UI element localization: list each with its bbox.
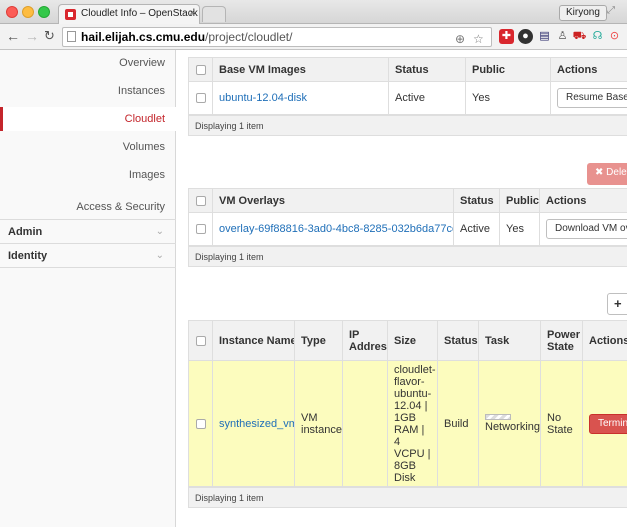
minimize-window-button[interactable] <box>22 6 34 18</box>
table-row: overlay-69f88816-3ad0-4bc8-8285-032b6da7… <box>188 212 627 246</box>
status-cell: Active <box>388 81 466 115</box>
reload-icon[interactable]: ↻ <box>44 28 55 44</box>
url-host: hail.elijah.cs.cmu.edu <box>81 30 206 44</box>
table-row: synthesized_vm VM instance cloudlet-flav… <box>188 360 627 487</box>
select-all-checkbox[interactable] <box>188 188 213 213</box>
tab-title: Cloudlet Info – OpenStack <box>81 8 198 19</box>
column-header[interactable]: Power State <box>540 320 583 361</box>
extension-monitor-icon[interactable]: ▤ <box>537 29 552 44</box>
row-checkbox[interactable] <box>188 360 213 487</box>
extension-car-icon[interactable]: ⛟ <box>572 29 587 44</box>
public-cell: Yes <box>499 212 540 246</box>
instances-table: Instance Name Type IP Address Size Statu… <box>188 320 627 487</box>
instance-link[interactable]: synthesized_vm <box>219 418 294 430</box>
zoom-icon[interactable]: ⊕ <box>455 30 465 46</box>
column-header[interactable]: Status <box>388 57 466 82</box>
status-cell: Build <box>437 360 479 487</box>
size-cell: cloudlet-flavor-ubuntu-12.04 | 1GB RAM |… <box>387 360 438 487</box>
chevron-down-icon: ⌄ <box>155 226 164 237</box>
sidebar-item-overview[interactable]: Overview <box>0 51 176 75</box>
column-header[interactable]: Task <box>478 320 541 361</box>
overlay-link[interactable]: overlay-69f88816-3ad0-4bc8-8285-032b6da7… <box>219 223 453 235</box>
add-instance-button[interactable]: + <box>607 293 627 315</box>
ip-cell <box>342 360 388 487</box>
close-window-button[interactable] <box>6 6 18 18</box>
column-header[interactable]: VM Overlays <box>212 188 454 213</box>
sidebar-divider <box>0 267 176 268</box>
browser-tab-bar: Cloudlet Info – OpenStack × Kiryong ⤢ <box>0 0 627 24</box>
base-image-link[interactable]: ubuntu-12.04-disk <box>219 92 307 104</box>
extension-camera-icon[interactable]: ● <box>518 29 533 44</box>
openstack-favicon-icon <box>65 9 76 20</box>
progress-spinner-icon <box>485 414 511 420</box>
sidebar-panel-identity[interactable]: Identity ⌄ <box>0 244 176 268</box>
star-icon[interactable]: ☆ <box>473 30 484 46</box>
status-cell: Active <box>453 212 500 246</box>
extension-person-icon[interactable]: ♙ <box>555 29 570 44</box>
table-footer: Displaying 1 item <box>188 246 627 267</box>
resume-base-button[interactable]: Resume Base <box>557 88 627 108</box>
column-header: Actions <box>550 57 627 82</box>
sidebar-panel-label: Identity <box>8 250 48 262</box>
sidebar-panel-label: Admin <box>8 226 43 238</box>
column-header[interactable]: Public <box>465 57 551 82</box>
address-bar[interactable]: hail.elijah.cs.cmu.edu/project/cloudlet/… <box>62 27 492 47</box>
sidebar-panel-admin[interactable]: Admin ⌄ <box>0 220 176 244</box>
sidebar: Overview Instances Cloudlet Volumes Imag… <box>0 50 176 527</box>
sidebar-item-images[interactable]: Images <box>0 163 176 187</box>
back-arrow-icon[interactable]: ← <box>6 28 20 44</box>
extension-red-icon[interactable]: ✚ <box>499 29 514 44</box>
type-cell: VM instance <box>294 360 343 487</box>
column-header[interactable]: Public <box>499 188 540 213</box>
table-footer: Displaying 1 item <box>188 115 627 136</box>
public-cell: Yes <box>465 81 551 115</box>
extension-headphones-icon[interactable]: ☊ <box>590 29 605 44</box>
vm-overlays-table: VM Overlays Status Public Actions overla… <box>188 188 627 246</box>
column-header[interactable]: Base VM Images <box>212 57 389 82</box>
column-header[interactable]: Instance Name <box>212 320 295 361</box>
power-state-cell: No State <box>540 360 583 487</box>
base-vm-images-table: Base VM Images Status Public Actions ubu… <box>188 57 627 115</box>
fullscreen-icon[interactable]: ⤢ <box>607 5 615 16</box>
sidebar-item-cloudlet[interactable]: Cloudlet <box>0 107 176 131</box>
select-all-checkbox[interactable] <box>188 320 213 361</box>
column-header: Actions <box>582 320 627 361</box>
page-icon <box>67 31 76 42</box>
table-row: ubuntu-12.04-disk Active Yes Resume Base <box>188 81 627 115</box>
browser-tab[interactable]: Cloudlet Info – OpenStack × <box>58 4 200 24</box>
row-checkbox[interactable] <box>188 81 213 115</box>
select-all-checkbox[interactable] <box>188 57 213 82</box>
column-header[interactable]: Status <box>437 320 479 361</box>
new-tab-button[interactable] <box>202 6 226 22</box>
table-footer: Displaying 1 item <box>188 487 627 508</box>
task-cell: Networking <box>478 360 541 487</box>
sidebar-item-access-security[interactable]: Access & Security <box>0 195 176 219</box>
url-path: /project/cloudlet/ <box>205 30 293 44</box>
tab-close-icon[interactable]: × <box>189 5 195 23</box>
column-header: Actions <box>539 188 627 213</box>
download-overlay-button[interactable]: Download VM overlay <box>546 219 627 239</box>
task-label: Networking <box>485 421 541 433</box>
sidebar-item-volumes[interactable]: Volumes <box>0 135 176 159</box>
column-header[interactable]: IP Address <box>342 320 388 361</box>
forward-arrow-icon[interactable]: → <box>25 28 39 44</box>
browser-toolbar: ← → ↻ hail.elijah.cs.cmu.edu/project/clo… <box>0 24 627 50</box>
terminate-button[interactable]: Terminate <box>589 413 627 434</box>
profile-button[interactable]: Kiryong <box>559 5 607 21</box>
chevron-down-icon: ⌄ <box>155 250 164 261</box>
row-checkbox[interactable] <box>188 212 213 246</box>
delete-overlays-button[interactable]: ✖ Delete <box>587 163 627 185</box>
column-header[interactable]: Type <box>294 320 343 361</box>
extension-shield-icon[interactable]: ⊙ <box>607 29 622 44</box>
column-header[interactable]: Status <box>453 188 500 213</box>
sidebar-item-instances[interactable]: Instances <box>0 79 176 103</box>
zoom-window-button[interactable] <box>38 6 50 18</box>
column-header[interactable]: Size <box>387 320 438 361</box>
